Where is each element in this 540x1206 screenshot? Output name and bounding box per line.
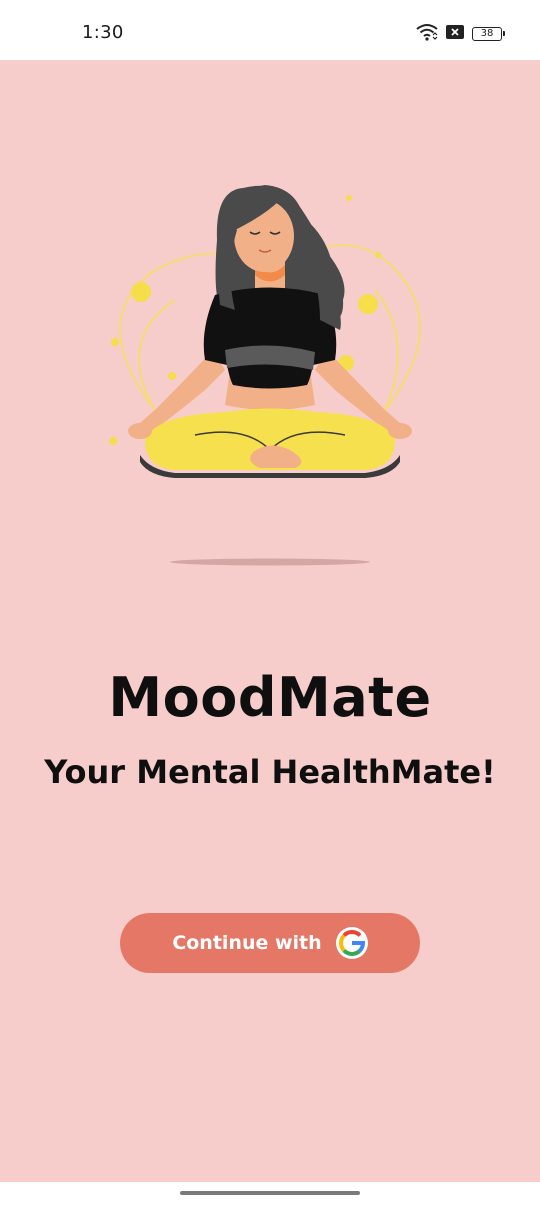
home-indicator[interactable] — [180, 1191, 360, 1195]
meditating-woman-illustration — [95, 170, 445, 590]
continue-with-google-button[interactable]: Continue with — [120, 913, 420, 973]
google-icon — [335, 927, 368, 959]
battery-icon: 38 — [472, 27, 505, 41]
wifi-icon — [416, 23, 438, 45]
navigation-bar — [0, 1182, 540, 1206]
app-title: MoodMate — [108, 666, 432, 729]
notification-x-icon — [446, 24, 464, 44]
status-icons: 38 — [416, 23, 505, 45]
status-time: 1:30 — [82, 22, 124, 43]
app-tagline: Your Mental HealthMate! — [44, 753, 496, 791]
continue-button-label: Continue with — [172, 932, 322, 954]
welcome-screen: MoodMate Your Mental HealthMate! Continu… — [0, 60, 540, 1182]
status-bar: 1:30 38 — [0, 0, 540, 60]
